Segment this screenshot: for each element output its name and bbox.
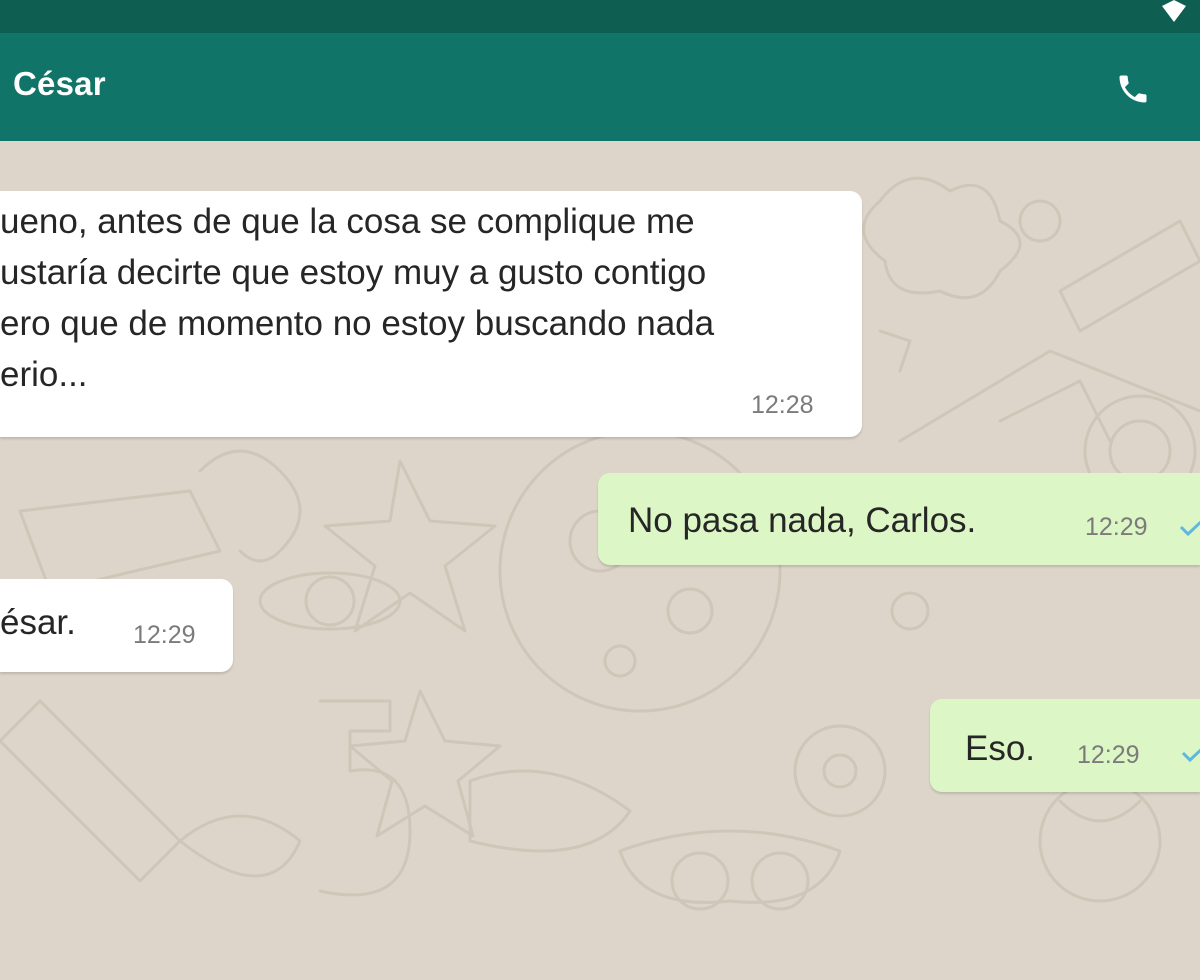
message-text-line: ueno, antes de que la cosa se complique … [0, 202, 695, 241]
chat-header: César [0, 33, 1200, 141]
message-timestamp: 12:29 [133, 621, 196, 649]
message-text: Eso. [965, 729, 1036, 768]
call-button[interactable] [1108, 64, 1158, 114]
outgoing-message[interactable]: Eso. 12:29 [930, 699, 1200, 792]
check-icon [1179, 520, 1200, 537]
incoming-message[interactable]: ésar. 12:29 [0, 579, 233, 672]
phone-icon [1119, 75, 1147, 103]
status-bar [0, 0, 1200, 33]
chat-area[interactable]: ueno, antes de que la cosa se complique … [0, 141, 1200, 980]
signal-icon [1162, 0, 1186, 22]
message-text: No pasa nada, Carlos. [628, 501, 977, 540]
outgoing-message[interactable]: No pasa nada, Carlos. 12:29 [598, 473, 1200, 565]
message-timestamp: 12:29 [1085, 513, 1148, 541]
message-timestamp: 12:29 [1077, 741, 1140, 769]
message-text: ésar. [0, 603, 76, 642]
contact-name[interactable]: César [13, 65, 106, 103]
message-timestamp: 12:28 [751, 391, 814, 419]
check-icon [1181, 748, 1200, 763]
incoming-message[interactable]: ueno, antes de que la cosa se complique … [0, 191, 862, 437]
message-text-line: erio... [0, 355, 88, 394]
message-text-line: ero que de momento no estoy buscando nad… [0, 304, 715, 343]
message-text-line: ustaría decirte que estoy muy a gusto co… [0, 253, 707, 292]
